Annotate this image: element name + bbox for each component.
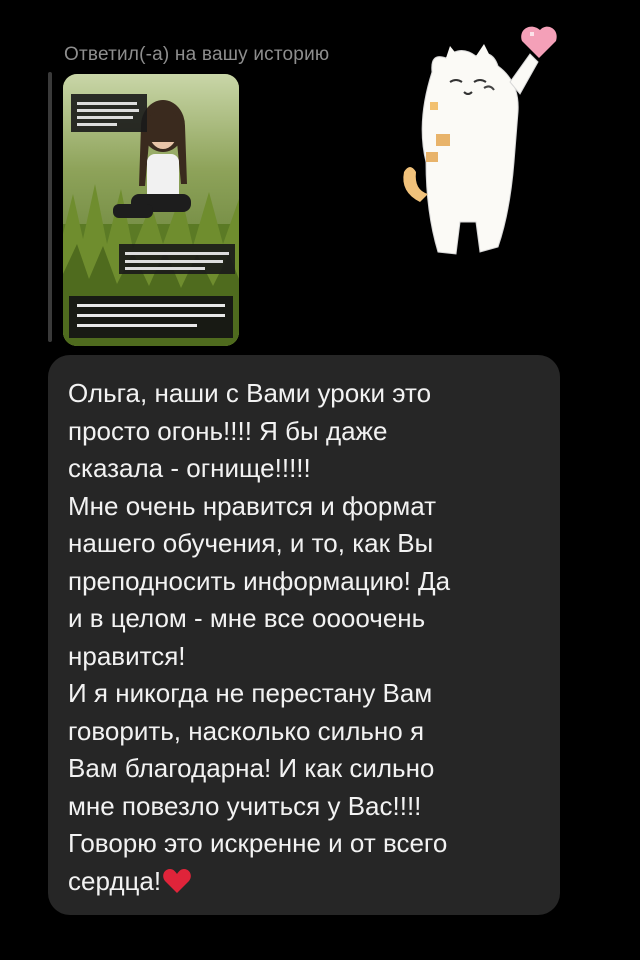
reply-indicator-bar (48, 72, 52, 342)
heart-icon (162, 867, 192, 893)
message-bubble[interactable]: Ольга, наши с Вами уроки это просто огон… (48, 355, 560, 915)
cat-with-heart-icon (403, 26, 557, 255)
story-photo (63, 74, 239, 346)
message-text: Ольга, наши с Вами уроки это просто огон… (68, 378, 451, 896)
story-thumbnail[interactable] (63, 74, 239, 346)
cat-sticker (380, 22, 560, 262)
reply-label: Ответил(-а) на вашу историю (64, 44, 330, 65)
